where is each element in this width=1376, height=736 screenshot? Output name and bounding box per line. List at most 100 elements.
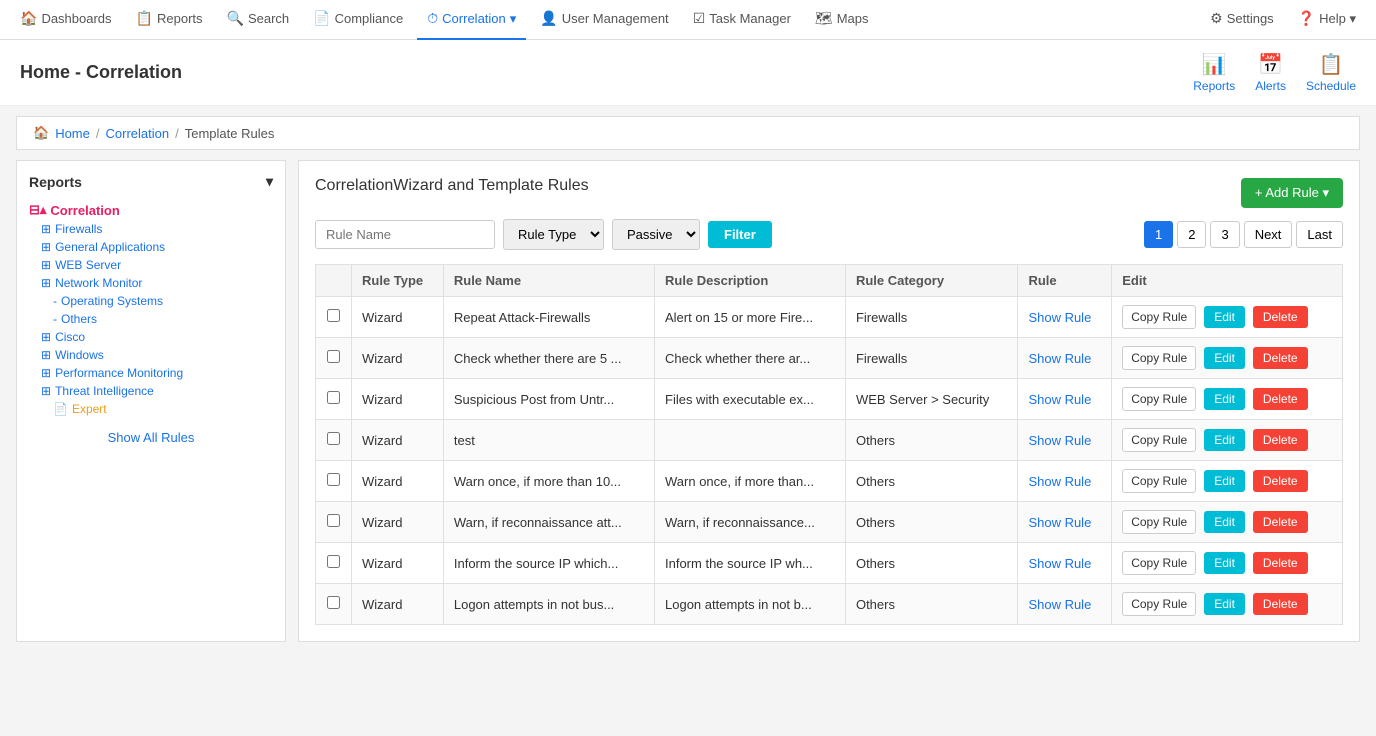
header-reports-label: Reports <box>1193 79 1235 93</box>
row-btn-group: Copy Rule Edit Delete <box>1122 387 1332 411</box>
delete-button[interactable]: Delete <box>1253 552 1308 574</box>
nav-item-user-management[interactable]: 👤 User Management <box>530 0 678 40</box>
filter-bar: Rule Type Passive Filter 1 2 3 Next Last <box>315 219 1343 250</box>
sidebar-header[interactable]: Reports ▾ <box>29 173 273 190</box>
header-action-schedule[interactable]: 📋 Schedule <box>1306 52 1356 93</box>
copy-rule-button[interactable]: Copy Rule <box>1122 428 1196 452</box>
edit-button[interactable]: Edit <box>1204 347 1245 369</box>
row-checkbox[interactable] <box>327 350 340 363</box>
copy-rule-button[interactable]: Copy Rule <box>1122 592 1196 616</box>
row-edit-cell: Copy Rule Edit Delete <box>1112 502 1343 543</box>
show-rule-link[interactable]: Show Rule <box>1028 392 1091 407</box>
copy-rule-button[interactable]: Copy Rule <box>1122 387 1196 411</box>
row-rule-description: Check whether there ar... <box>655 338 846 379</box>
copy-rule-button[interactable]: Copy Rule <box>1122 551 1196 575</box>
edit-button[interactable]: Edit <box>1204 470 1245 492</box>
row-btn-group: Copy Rule Edit Delete <box>1122 510 1332 534</box>
breadcrumb-correlation-link[interactable]: Correlation <box>106 126 170 141</box>
nav-item-settings[interactable]: ⚙ Settings <box>1200 0 1284 40</box>
row-checkbox[interactable] <box>327 391 340 404</box>
sidebar-item-others[interactable]: - Others <box>29 310 273 328</box>
row-rule-cell: Show Rule <box>1018 297 1112 338</box>
sidebar-item-correlation[interactable]: ⊟▴ Correlation <box>29 200 273 220</box>
nav-item-search[interactable]: 🔍 Search <box>217 0 300 40</box>
breadcrumb-home-link[interactable]: Home <box>55 126 90 141</box>
table-row: Wizard Warn, if reconnaissance att... Wa… <box>316 502 1343 543</box>
page-btn-1[interactable]: 1 <box>1144 221 1173 248</box>
row-checkbox[interactable] <box>327 555 340 568</box>
show-rule-link[interactable]: Show Rule <box>1028 433 1091 448</box>
row-btn-group: Copy Rule Edit Delete <box>1122 551 1332 575</box>
row-rule-type: Wizard <box>352 297 444 338</box>
nav-label-search: Search <box>248 11 289 26</box>
row-rule-category: Others <box>845 461 1017 502</box>
nav-item-help[interactable]: ❓ Help ▾ <box>1288 0 1366 40</box>
edit-button[interactable]: Edit <box>1204 429 1245 451</box>
sidebar-item-cisco[interactable]: ⊞ Cisco <box>29 328 273 346</box>
nav-item-maps[interactable]: 🗺 Maps <box>805 0 879 40</box>
copy-rule-button[interactable]: Copy Rule <box>1122 305 1196 329</box>
sidebar-item-network-monitor[interactable]: ⊞ Network Monitor <box>29 274 273 292</box>
delete-button[interactable]: Delete <box>1253 470 1308 492</box>
page-btn-next[interactable]: Next <box>1244 221 1293 248</box>
page-btn-last[interactable]: Last <box>1296 221 1343 248</box>
add-rule-button[interactable]: + Add Rule ▾ <box>1241 178 1343 208</box>
row-checkbox[interactable] <box>327 596 340 609</box>
copy-rule-button[interactable]: Copy Rule <box>1122 346 1196 370</box>
correlation-icon: ⏱ <box>427 10 438 27</box>
search-icon: 🔍 <box>227 10 244 27</box>
row-checkbox-cell <box>316 461 352 502</box>
row-checkbox[interactable] <box>327 473 340 486</box>
show-rule-link[interactable]: Show Rule <box>1028 556 1091 571</box>
rule-type-select[interactable]: Rule Type <box>503 219 604 250</box>
filter-button[interactable]: Filter <box>708 221 772 248</box>
edit-button[interactable]: Edit <box>1204 552 1245 574</box>
sidebar-item-threat-intelligence[interactable]: ⊞ Threat Intelligence <box>29 382 273 400</box>
delete-button[interactable]: Delete <box>1253 511 1308 533</box>
sidebar-item-firewalls[interactable]: ⊞ Firewalls <box>29 220 273 238</box>
header-alerts-label: Alerts <box>1255 79 1286 93</box>
delete-button[interactable]: Delete <box>1253 593 1308 615</box>
show-rule-link[interactable]: Show Rule <box>1028 351 1091 366</box>
show-rule-link[interactable]: Show Rule <box>1028 474 1091 489</box>
nav-item-reports[interactable]: 📋 Reports <box>126 0 213 40</box>
sidebar-item-performance-monitoring[interactable]: ⊞ Performance Monitoring <box>29 364 273 382</box>
delete-button[interactable]: Delete <box>1253 388 1308 410</box>
rule-name-input[interactable] <box>315 220 495 249</box>
copy-rule-button[interactable]: Copy Rule <box>1122 469 1196 493</box>
sidebar-item-expert[interactable]: 📄 Expert <box>29 400 273 418</box>
row-checkbox[interactable] <box>327 432 340 445</box>
header-action-reports[interactable]: 📊 Reports <box>1193 52 1235 93</box>
edit-button[interactable]: Edit <box>1204 388 1245 410</box>
show-all-rules-button[interactable]: Show All Rules <box>108 430 195 445</box>
nav-item-correlation[interactable]: ⏱ Correlation ▾ <box>417 0 526 40</box>
sidebar-item-operating-systems[interactable]: - Operating Systems <box>29 292 273 310</box>
show-rule-link[interactable]: Show Rule <box>1028 310 1091 325</box>
passive-select[interactable]: Passive <box>612 219 700 250</box>
delete-button[interactable]: Delete <box>1253 306 1308 328</box>
copy-rule-button[interactable]: Copy Rule <box>1122 510 1196 534</box>
show-rule-link[interactable]: Show Rule <box>1028 597 1091 612</box>
others-tree-label: Others <box>61 312 97 326</box>
edit-button[interactable]: Edit <box>1204 306 1245 328</box>
row-checkbox[interactable] <box>327 514 340 527</box>
nav-label-correlation: Correlation <box>442 11 506 26</box>
show-rule-link[interactable]: Show Rule <box>1028 515 1091 530</box>
sidebar-item-windows[interactable]: ⊞ Windows <box>29 346 273 364</box>
delete-button[interactable]: Delete <box>1253 429 1308 451</box>
header-action-alerts[interactable]: 📅 Alerts <box>1255 52 1286 93</box>
page-btn-3[interactable]: 3 <box>1210 221 1239 248</box>
edit-button[interactable]: Edit <box>1204 511 1245 533</box>
row-checkbox[interactable] <box>327 309 340 322</box>
sidebar-item-general-applications[interactable]: ⊞ General Applications <box>29 238 273 256</box>
row-rule-description: Logon attempts in not b... <box>655 584 846 625</box>
nav-label-maps: Maps <box>837 11 869 26</box>
edit-button[interactable]: Edit <box>1204 593 1245 615</box>
nav-item-compliance[interactable]: 📄 Compliance <box>303 0 413 40</box>
delete-button[interactable]: Delete <box>1253 347 1308 369</box>
nav-item-dashboards[interactable]: 🏠 Dashboards <box>10 0 122 40</box>
page-btn-2[interactable]: 2 <box>1177 221 1206 248</box>
sidebar-item-web-server[interactable]: ⊞ WEB Server <box>29 256 273 274</box>
nav-item-task-manager[interactable]: ☑ Task Manager <box>683 0 801 40</box>
reports-icon: 📋 <box>136 10 153 27</box>
